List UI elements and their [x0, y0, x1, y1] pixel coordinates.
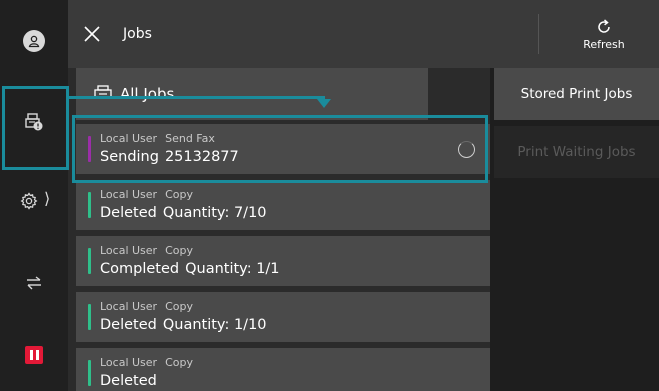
job-status: Sending [100, 149, 159, 165]
job-meta: Local User Copy [100, 188, 193, 201]
close-icon[interactable] [82, 24, 102, 44]
status-bar [88, 304, 91, 330]
stop-button[interactable] [0, 330, 68, 380]
job-status-button[interactable] [0, 97, 68, 147]
job-user: Local User [100, 132, 158, 145]
page-title: Jobs [123, 26, 152, 42]
transfer-button[interactable] [0, 258, 68, 308]
job-detail: Quantity: 1/10 [162, 317, 267, 333]
highlight-connector [69, 96, 325, 99]
job-type: Copy [165, 300, 193, 313]
job-user: Local User [100, 244, 158, 257]
job-status-line: Sending 25132877 [100, 149, 239, 165]
chevron-right-icon: ⟩ [44, 189, 51, 208]
job-meta: Local User Copy [100, 356, 193, 369]
user-button[interactable] [0, 16, 68, 66]
job-status: Completed [100, 261, 180, 277]
refresh-label: Refresh [583, 37, 625, 51]
job-status-line: Deleted [100, 373, 163, 389]
job-status: Deleted [100, 205, 157, 221]
loading-spinner-icon [458, 141, 475, 158]
job-row[interactable]: Local User Copy Deleted [76, 348, 490, 391]
status-bar [88, 192, 91, 218]
header-bar: Jobs Refresh [68, 0, 659, 68]
status-bar [88, 360, 91, 386]
print-waiting-jobs-button[interactable]: Print Waiting Jobs [494, 126, 659, 178]
right-panel: Stored Print Jobs Print Waiting Jobs [490, 68, 659, 391]
job-row[interactable]: Local User Copy Deleted Quantity: 1/10 [76, 292, 490, 342]
job-user: Local User [100, 188, 158, 201]
job-meta: Local User Copy [100, 300, 193, 313]
all-jobs-label: All Jobs [120, 85, 175, 103]
arrow-down-icon [317, 99, 331, 108]
left-rail: ⟩ [0, 0, 68, 391]
refresh-button[interactable]: Refresh [554, 6, 654, 62]
job-status-line: Completed Quantity: 1/1 [100, 261, 280, 277]
all-jobs-filter-button[interactable]: All Jobs [76, 68, 428, 120]
refresh-icon [598, 18, 610, 33]
job-status: Deleted [100, 317, 157, 333]
pause-icon [25, 346, 43, 364]
gear-icon [20, 192, 38, 210]
job-user: Local User [100, 356, 158, 369]
job-row[interactable]: Local User Copy Completed Quantity: 1/1 [76, 236, 490, 286]
job-user: Local User [100, 300, 158, 313]
job-type: Copy [165, 188, 193, 201]
settings-button[interactable]: ⟩ [0, 176, 68, 226]
job-detail: 25132877 [164, 149, 239, 165]
job-status-line: Deleted Quantity: 7/10 [100, 205, 267, 221]
job-type: Copy [165, 244, 193, 257]
user-icon [23, 30, 45, 52]
job-type: Copy [165, 356, 193, 369]
job-detail: Quantity: 7/10 [162, 205, 267, 221]
job-type: Send Fax [165, 132, 215, 145]
transfer-icon [27, 276, 41, 290]
job-list-panel: All Jobs Local User Send Fax Sending 25132… [68, 68, 490, 391]
printer-icon [94, 85, 112, 99]
status-bar [88, 248, 91, 274]
header-divider [538, 14, 539, 54]
job-meta: Local User Send Fax [100, 132, 215, 145]
job-status: Deleted [100, 373, 157, 389]
status-bar [88, 136, 91, 162]
job-row[interactable]: Local User Copy Deleted Quantity: 7/10 [76, 180, 490, 230]
job-status-line: Deleted Quantity: 1/10 [100, 317, 267, 333]
job-meta: Local User Copy [100, 244, 193, 257]
print-jobs-alert-icon [25, 113, 43, 131]
job-row[interactable]: Local User Send Fax Sending 25132877 [76, 124, 490, 174]
job-detail: Quantity: 1/1 [185, 261, 280, 277]
stored-print-jobs-button[interactable]: Stored Print Jobs [494, 68, 659, 120]
